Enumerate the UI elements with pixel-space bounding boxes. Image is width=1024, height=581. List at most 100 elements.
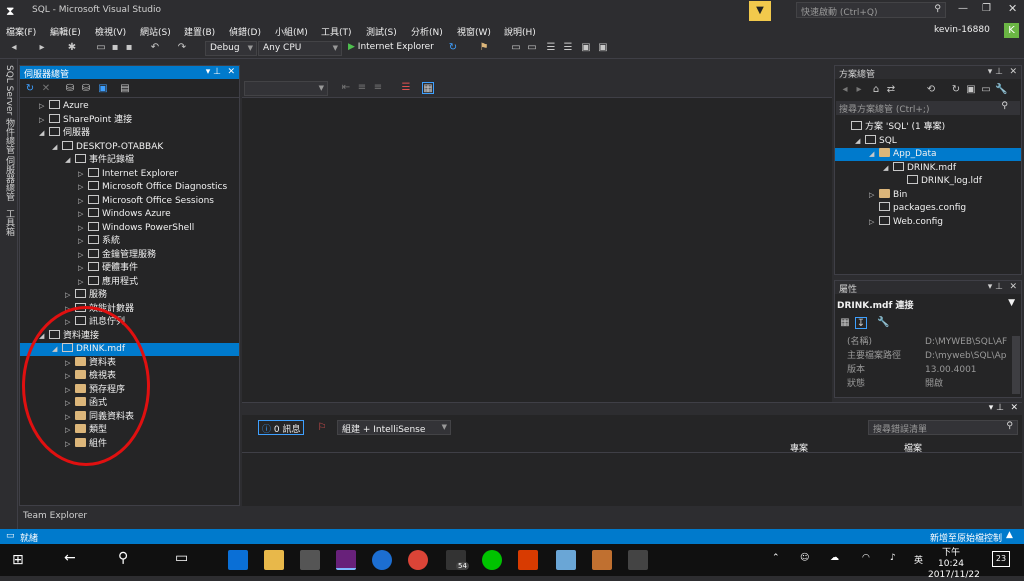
visual-studio-icon[interactable] (336, 550, 356, 570)
toolbar-icon-c[interactable]: ☰ (545, 42, 557, 54)
edge-icon[interactable] (228, 550, 248, 570)
close-icon[interactable]: ✕ (227, 67, 235, 77)
menu-website[interactable]: 網站(S) (140, 25, 171, 38)
history-icon[interactable]: ⟲ (925, 84, 937, 96)
expand-toggle-icon[interactable]: ▷ (78, 195, 88, 208)
tree-node[interactable]: ▷ Microsoft Office Sessions (20, 194, 239, 208)
restore-button[interactable]: ❐ (982, 3, 991, 14)
tray-chevron-icon[interactable]: ⌃ (772, 553, 780, 563)
connect-server-icon[interactable]: ⛁ (80, 83, 92, 95)
expand-toggle-icon[interactable]: ▷ (78, 235, 88, 248)
onedrive-icon[interactable]: ☁ (830, 553, 839, 563)
home-icon[interactable]: ⌂ (870, 84, 882, 96)
close-icon[interactable]: ✕ (1009, 282, 1017, 292)
refresh-icon[interactable]: ↻ (24, 83, 36, 95)
tree-node[interactable]: ▷ Bin (835, 188, 1021, 202)
save-all-icon[interactable]: ▪ (123, 42, 135, 54)
tree-node[interactable]: ◢ SQL (835, 134, 1021, 148)
tree-node[interactable]: ▷ 硬體事件 (20, 262, 239, 275)
office-icon[interactable] (518, 550, 538, 570)
windows-start-icon[interactable]: ⊞ (12, 552, 28, 568)
expand-toggle-icon[interactable]: ◢ (869, 148, 879, 161)
tree-node[interactable]: ▷ 效能計數器 (20, 302, 239, 316)
solution-search-input[interactable]: 搜尋方案總管 (Ctrl+;) ⚲ (836, 101, 1020, 115)
notepad-icon[interactable] (556, 550, 576, 570)
photos-icon[interactable] (628, 550, 648, 570)
expand-toggle-icon[interactable]: ▷ (78, 262, 88, 275)
save-icon[interactable]: ▪ (109, 42, 121, 54)
expand-toggle-icon[interactable]: ◢ (52, 141, 62, 154)
expand-toggle-icon[interactable]: ▷ (78, 168, 88, 181)
quick-launch-input[interactable]: 快速啟動 (Ctrl+Q) ⚲ (796, 2, 946, 18)
back-icon[interactable]: ◂ (839, 84, 851, 96)
collapse-icon[interactable]: ▣ (965, 84, 977, 96)
run-button[interactable]: ▶ Internet Explorer (348, 42, 434, 52)
store-icon[interactable] (300, 550, 320, 570)
people-icon[interactable]: ☺ (800, 553, 809, 563)
wrench-icon[interactable]: 🔧 (995, 84, 1007, 96)
file-explorer-icon[interactable] (264, 550, 284, 570)
build-filter-select[interactable]: 組建 + IntelliSense ▼ (337, 420, 451, 435)
expand-toggle-icon[interactable]: ▷ (869, 216, 879, 229)
forward-icon[interactable]: ▸ (853, 84, 865, 96)
refresh-icon[interactable]: ↻ (950, 84, 962, 96)
wifi-icon[interactable]: ◠ (862, 553, 870, 563)
tree-node[interactable]: ▷ 系統 (20, 235, 239, 248)
panel-pin-icon[interactable]: ▾ ⊥ (989, 403, 1004, 413)
refresh-icon[interactable]: ↻ (447, 42, 459, 54)
column-file[interactable]: 檔案 (904, 441, 922, 454)
expand-toggle-icon[interactable]: ▷ (39, 100, 49, 113)
tab-toolbox[interactable]: 工具箱 (3, 209, 16, 236)
pin-icon[interactable]: ▾ ⊥ (206, 67, 221, 77)
tree-node[interactable]: packages.config (835, 202, 1021, 215)
minimize-button[interactable]: — (958, 3, 968, 14)
avatar[interactable]: K (1004, 23, 1019, 38)
browser-link-icon[interactable]: ⚑ (478, 42, 490, 54)
expand-toggle-icon[interactable]: ▷ (78, 208, 88, 221)
tab-server-explorer[interactable]: 伺服器總管 (3, 156, 16, 201)
user-name[interactable]: kevin-16880 (934, 25, 990, 35)
tree-node[interactable]: ◢ 事件記錄檔 (20, 154, 239, 167)
menu-test[interactable]: 測試(S) (366, 25, 397, 38)
property-row[interactable]: 主要檔案路徑 D:\myweb\SQL\Ap (835, 350, 1011, 363)
tree-node[interactable]: ▷ Windows PowerShell (20, 221, 239, 235)
alphabetical-icon[interactable]: ↧ (855, 317, 867, 329)
tree-node[interactable]: ▷ Windows Azure (20, 208, 239, 221)
tree-node[interactable]: ▷ 應用程式 (20, 275, 239, 289)
new-project-icon[interactable]: ✱ (66, 42, 78, 54)
toolbar-icon-a[interactable]: ▭ (510, 42, 522, 54)
undo-icon[interactable]: ↶ (149, 42, 161, 54)
back-icon[interactable]: ◂ (8, 42, 20, 54)
tree-node[interactable]: ◢ App_Data (835, 148, 1021, 161)
editor-tool-a[interactable]: ⇤ (340, 82, 352, 94)
sync-icon[interactable]: ⇄ (885, 84, 897, 96)
game-icon[interactable] (592, 550, 612, 570)
pin-icon[interactable]: ▾ ⊥ (988, 67, 1003, 77)
forward-icon[interactable]: ▸ (36, 42, 48, 54)
menu-debug[interactable]: 偵錯(D) (229, 25, 261, 38)
platform-select[interactable]: Any CPU ▼ (258, 41, 342, 56)
tree-node[interactable]: ▷ Azure (20, 100, 239, 113)
tree-node[interactable]: ▷ Microsoft Office Diagnostics (20, 181, 239, 194)
tree-node[interactable]: ▷ 金鑰管理服務 (20, 248, 239, 262)
back-arrow-icon[interactable]: ← (64, 550, 76, 566)
chrome-icon[interactable] (408, 550, 428, 570)
tab-sql-server-object-explorer[interactable]: SQL Server 物件總管 (3, 65, 16, 154)
menu-team[interactable]: 小組(M) (275, 25, 308, 38)
editor-tool-c[interactable]: ≡ (372, 82, 384, 94)
expand-toggle-icon[interactable]: ◢ (883, 162, 893, 175)
tree-node[interactable]: ▷ Internet Explorer (20, 167, 239, 181)
tree-node[interactable]: ◢ 伺服器 (20, 127, 239, 140)
toolbar-icon-d[interactable]: ☰ (562, 42, 574, 54)
tree-node[interactable]: ▷ SharePoint 連接 (20, 113, 239, 127)
expand-toggle-icon[interactable]: ▷ (78, 181, 88, 194)
expand-toggle-icon[interactable]: ▷ (65, 289, 75, 302)
expand-toggle-icon[interactable]: ▷ (78, 249, 88, 262)
tree-node[interactable]: ◢ DESKTOP-OTABBAK (20, 140, 239, 154)
menu-file[interactable]: 檔案(F) (6, 25, 36, 38)
task-view-icon[interactable]: ▭ (175, 550, 188, 566)
cortana-search-icon[interactable]: ⚲ (118, 550, 128, 566)
editor-tool-b[interactable]: ≡ (356, 82, 368, 94)
menu-window[interactable]: 視窗(W) (457, 25, 491, 38)
tree-node[interactable]: DRINK_log.ldf (835, 175, 1021, 188)
